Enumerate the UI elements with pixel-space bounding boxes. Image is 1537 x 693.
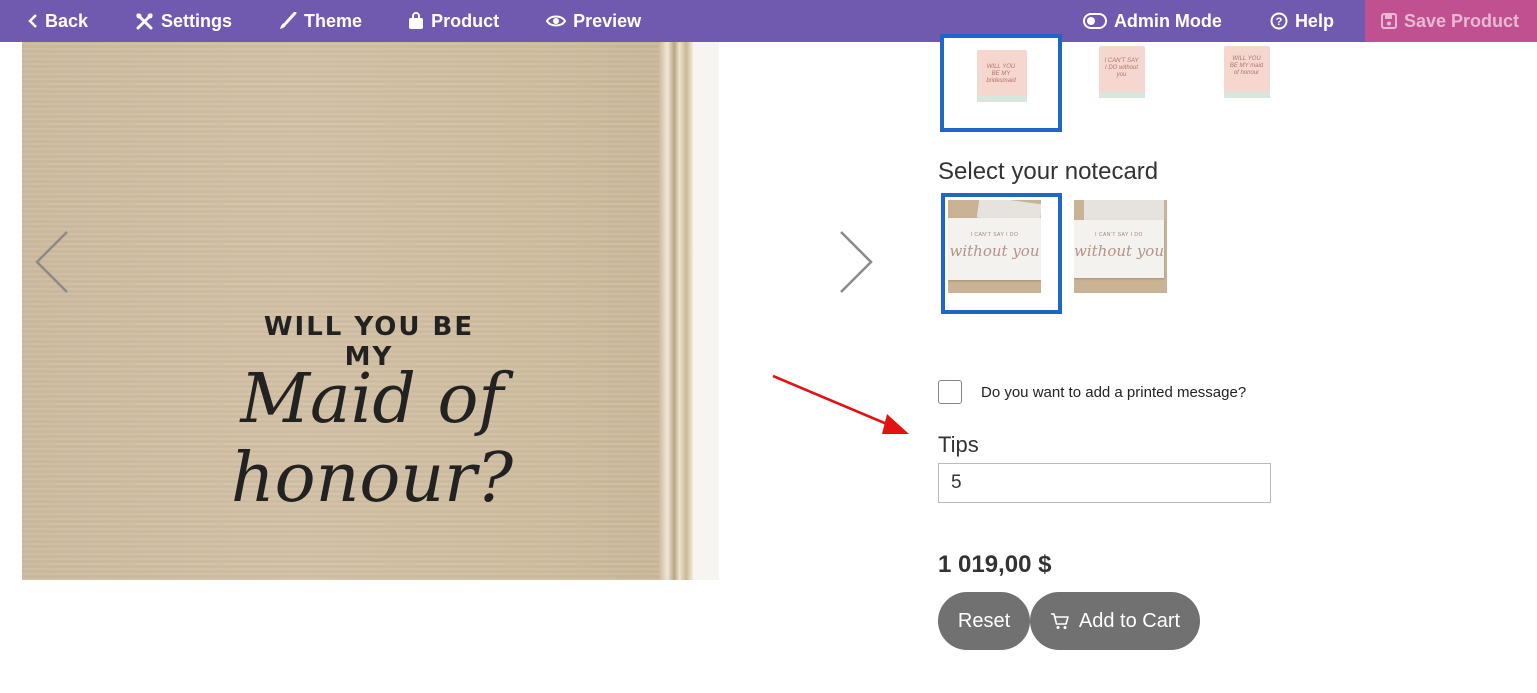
card-script-text: without you (1074, 242, 1164, 260)
admin-mode-label: Admin Mode (1113, 10, 1222, 31)
theme-label: Theme (304, 10, 363, 31)
preview-button[interactable]: Preview (546, 0, 641, 42)
notecard-heading: Select your notecard (938, 158, 1159, 185)
notecard-option-1[interactable]: I CAN'T SAY I DO without you (941, 193, 1062, 314)
help-button[interactable]: ? Help (1270, 0, 1334, 42)
settings-button[interactable]: Settings (135, 0, 232, 42)
candle-base (1099, 92, 1145, 98)
reset-label: Reset (957, 609, 1011, 632)
printed-message-checkbox[interactable] (938, 380, 962, 404)
settings-label: Settings (161, 10, 233, 31)
back-label: Back (45, 10, 89, 31)
product-button[interactable]: Product (408, 0, 499, 42)
notecard-image: I CAN'T SAY I DO without you (1074, 200, 1167, 293)
box-edge (659, 42, 693, 580)
theme-button[interactable]: Theme (279, 0, 362, 42)
product-main-image: WILL YOU BE MY Maid of honour? (22, 42, 719, 580)
card-script-text: without you (949, 242, 1040, 260)
annotation-arrow (770, 372, 915, 445)
card-small-text: I CAN'T SAY I DO (970, 232, 1019, 238)
candle-base (1224, 92, 1270, 98)
paintbrush-icon (280, 12, 297, 29)
reset-button[interactable]: Reset (938, 592, 1030, 650)
candle-option-2[interactable]: I CAN'T SAY I DO without you (1075, 42, 1168, 112)
tools-icon (136, 13, 153, 29)
card: I CAN'T SAY I DO without you (1074, 220, 1164, 278)
card: I CAN'T SAY I DO without you (948, 218, 1041, 280)
carousel-next-button[interactable] (838, 230, 874, 299)
save-product-label: Save Product (1403, 10, 1519, 31)
tips-input[interactable] (938, 463, 1271, 503)
chevron-left-icon (28, 14, 37, 28)
chevron-left-icon (35, 231, 68, 293)
candle-label: WILL YOU BE MY bridesmaid (986, 64, 1016, 84)
box-edge-shadow (693, 42, 719, 580)
floppy-disk-icon (1380, 13, 1397, 29)
engraving-line-2: Maid of honour? (230, 360, 514, 518)
notecard-option-2[interactable]: I CAN'T SAY I DO without you (1074, 200, 1167, 293)
svg-text:?: ? (1276, 16, 1283, 28)
back-button[interactable]: Back (28, 0, 88, 42)
add-to-cart-label: Add to Cart (1078, 609, 1181, 632)
candle-label: WILL YOU BE MY maid of honour (1229, 56, 1264, 76)
card-small-text: I CAN'T SAY I DO (1095, 232, 1143, 238)
shopping-bag-icon (409, 12, 424, 29)
product-price: 1 019,00 $ (938, 551, 1052, 578)
help-label: Help (1294, 10, 1334, 31)
preview-label: Preview (573, 10, 642, 31)
admin-mode-toggle[interactable]: Admin Mode (1082, 0, 1222, 42)
candle-base (977, 96, 1027, 102)
eye-icon (546, 15, 567, 27)
notecard-image: I CAN'T SAY I DO without you (948, 200, 1041, 293)
candle-label: I CAN'T SAY I DO without you (1104, 58, 1139, 78)
product-label: Product (431, 10, 500, 31)
printed-message-label: Do you want to add a printed message? (981, 384, 1247, 401)
carousel-prev-button[interactable] (34, 230, 70, 299)
save-product-button[interactable]: Save Product (1364, 0, 1537, 42)
toggle-icon (1082, 13, 1107, 29)
add-to-cart-button[interactable]: Add to Cart (1030, 592, 1200, 650)
candle-option-3[interactable]: WILL YOU BE MY maid of honour (1200, 42, 1293, 112)
tips-heading: Tips (938, 432, 979, 457)
question-circle-icon: ? (1270, 12, 1288, 30)
admin-toolbar: Back Settings Theme Product Preview Admi… (0, 0, 1537, 42)
candle-option-1[interactable]: WILL YOU BE MY bridesmaid (940, 34, 1062, 132)
chevron-right-icon (840, 231, 873, 293)
cart-icon (1050, 613, 1069, 629)
